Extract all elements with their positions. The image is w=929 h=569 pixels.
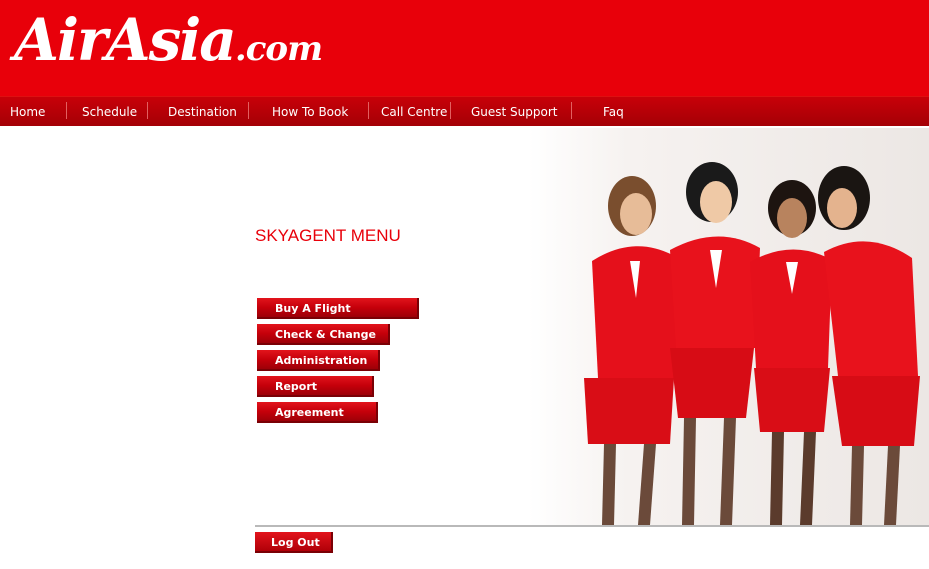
airasia-logo[interactable]: AirAsia.com bbox=[14, 6, 323, 74]
page-title: SKYAGENT MENU bbox=[255, 226, 401, 245]
logo-text: AirAsia bbox=[14, 6, 237, 74]
nav-destination[interactable]: Destination bbox=[168, 97, 237, 126]
flight-attendants-photo bbox=[528, 128, 929, 525]
agreement-button[interactable]: Agreement bbox=[257, 402, 378, 423]
attendant-figure bbox=[584, 176, 678, 525]
nav-separator bbox=[368, 102, 369, 119]
nav-separator bbox=[66, 102, 67, 119]
logo-suffix: .com bbox=[234, 29, 323, 69]
nav-guest-support[interactable]: Guest Support bbox=[471, 97, 558, 126]
nav-separator bbox=[571, 102, 572, 119]
nav-call-centre[interactable]: Call Centre bbox=[381, 97, 447, 126]
attendant-figure bbox=[818, 166, 920, 525]
nav-separator bbox=[450, 102, 451, 119]
nav-schedule[interactable]: Schedule bbox=[82, 97, 137, 126]
nav-separator bbox=[248, 102, 249, 119]
attendant-figure bbox=[750, 180, 832, 525]
log-out-button[interactable]: Log Out bbox=[255, 532, 333, 553]
check-and-change-button[interactable]: Check & Change bbox=[257, 324, 390, 345]
nav-faq[interactable]: Faq bbox=[603, 97, 624, 126]
nav-home[interactable]: Home bbox=[10, 97, 45, 126]
nav-how-to-book[interactable]: How To Book bbox=[272, 97, 348, 126]
content-divider bbox=[255, 525, 929, 527]
nav-separator bbox=[147, 102, 148, 119]
site-header: AirAsia.com bbox=[0, 0, 929, 96]
report-button[interactable]: Report bbox=[257, 376, 374, 397]
main-nav: Home Schedule Destination How To Book Ca… bbox=[0, 96, 929, 126]
attendant-figure bbox=[670, 162, 760, 525]
administration-button[interactable]: Administration bbox=[257, 350, 380, 371]
buy-a-flight-button[interactable]: Buy A Flight bbox=[257, 298, 419, 319]
